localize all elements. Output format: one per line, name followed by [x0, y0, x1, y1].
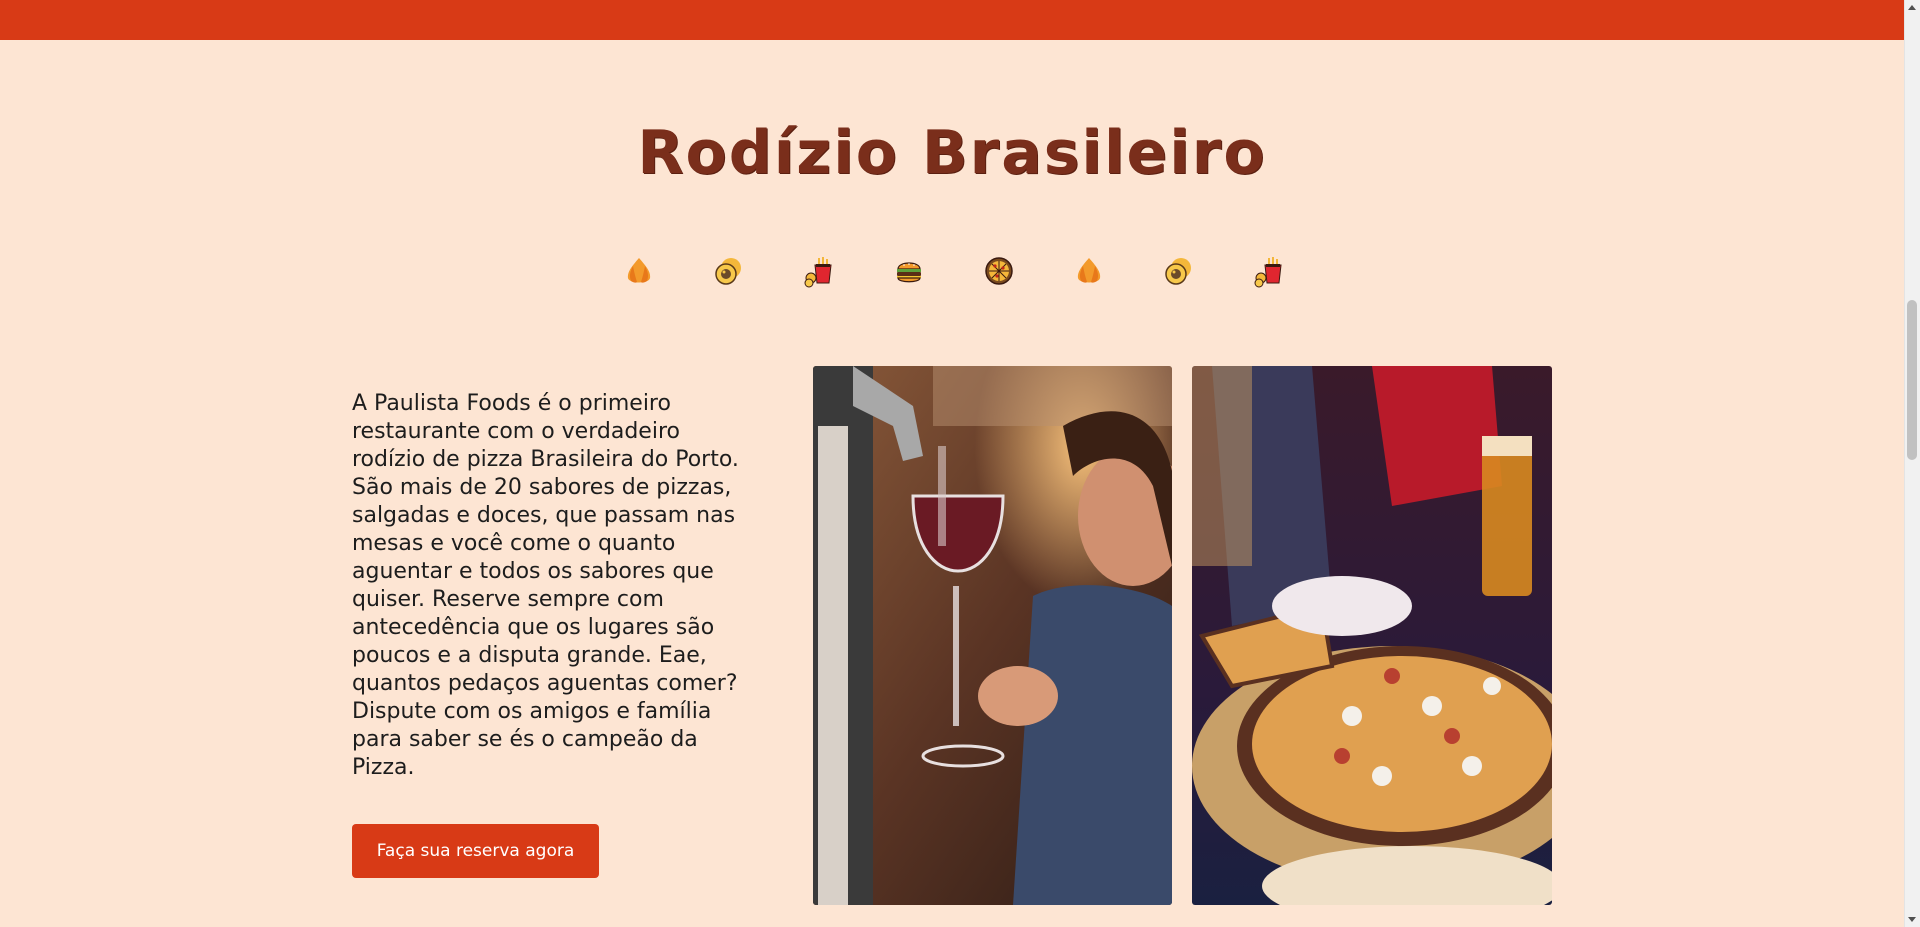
pizza-icon	[980, 252, 1018, 290]
scroll-up-arrow-icon[interactable]	[1908, 5, 1916, 10]
top-banner	[0, 0, 1904, 40]
scroll-thumb[interactable]	[1907, 300, 1917, 460]
page-scrollbar[interactable]	[1904, 0, 1920, 927]
reserve-now-button[interactable]: Faça sua reserva agora	[352, 824, 599, 878]
burger-icon	[890, 252, 928, 290]
coxinha-icon	[620, 252, 658, 290]
pizza-table-photo	[1192, 366, 1552, 905]
scroll-down-arrow-icon[interactable]	[1908, 917, 1916, 922]
wine-pour-photo	[813, 366, 1172, 905]
coxinha-icon	[1070, 252, 1108, 290]
food-icons-row	[620, 252, 1288, 290]
fries-bucket-icon	[1250, 252, 1288, 290]
fries-bucket-icon	[800, 252, 838, 290]
pastel-icon	[1160, 252, 1198, 290]
section-description: A Paulista Foods é o primeiro restaurant…	[352, 391, 739, 780]
pastel-icon	[710, 252, 748, 290]
section-title: Rodízio Brasileiro	[637, 118, 1267, 188]
